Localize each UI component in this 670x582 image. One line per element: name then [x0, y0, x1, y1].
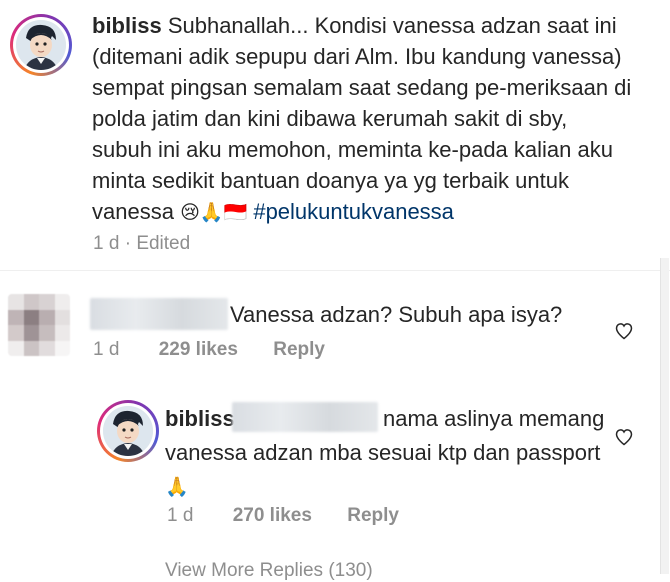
divider — [0, 270, 670, 271]
reply-time[interactable]: 1 d — [167, 505, 193, 526]
anime-boy-avatar-image — [16, 20, 66, 70]
post-time[interactable]: 1 d — [93, 233, 119, 254]
caption-text: Subhanallah... Kondisi vanessa adzan saa… — [92, 13, 632, 224]
reply-avatar[interactable] — [97, 400, 159, 462]
reply-emoji: 🙏 — [165, 477, 189, 499]
post-username[interactable]: bibliss — [92, 13, 162, 38]
reply-meta: 1 d 270 likes Reply — [167, 505, 399, 527]
anime-boy-avatar-image — [103, 406, 153, 456]
caption-emojis: 😢🙏🇮🇩 — [180, 202, 248, 224]
comment-reply-button[interactable]: Reply — [273, 339, 325, 360]
reply-text: nama aslinya memang vanessa adzan mba se… — [165, 406, 605, 465]
view-more-label: View More Replies (130) — [165, 560, 373, 581]
commenter-avatar-blurred[interactable] — [8, 294, 70, 356]
reply-text-block: nama aslinya memang vanessa adzan mba se… — [165, 402, 605, 505]
heart-outline-icon[interactable] — [614, 321, 634, 341]
reply-reply-button[interactable]: Reply — [347, 505, 399, 526]
edited-label: Edited — [136, 233, 191, 254]
heart-outline-icon[interactable] — [614, 427, 634, 447]
comment-time[interactable]: 1 d — [93, 339, 119, 360]
post-caption: bibliss Subhanallah... Kondisi vanessa a… — [92, 10, 632, 229]
hashtag-link[interactable]: #pelukuntukvanessa — [253, 199, 454, 224]
post-avatar[interactable] — [10, 14, 72, 76]
post-meta: 1 d · Edited — [93, 233, 191, 254]
comment-likes[interactable]: 229 likes — [159, 339, 238, 360]
scrollbar[interactable] — [660, 258, 669, 574]
reply-likes[interactable]: 270 likes — [233, 505, 312, 526]
comment-meta: 1 d 229 likes Reply — [93, 339, 325, 361]
comment-text: Vanessa adzan? Subuh apa isya? — [230, 302, 563, 327]
commenter-username-blurred[interactable] — [90, 298, 228, 330]
view-more-replies[interactable]: View More Replies (130) — [165, 560, 373, 582]
